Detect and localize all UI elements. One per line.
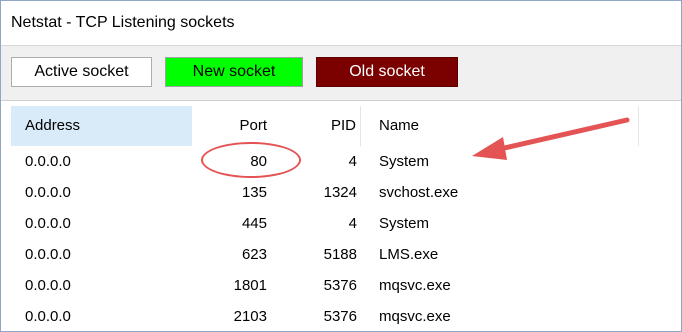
cell-pid: 4 xyxy=(348,215,357,232)
cell-name: System xyxy=(379,153,430,170)
cell-port: 135 xyxy=(241,184,267,201)
table-row[interactable]: 0.0.0.0 1801 5376 mqsvc.exe xyxy=(1,270,681,301)
cell-name: LMS.exe xyxy=(379,246,439,263)
list-header: Address Port PID Name xyxy=(1,106,641,146)
table-row[interactable]: 0.0.0.0 80 4 System xyxy=(1,146,681,177)
cell-port: 445 xyxy=(241,215,267,232)
cell-port: 2103 xyxy=(233,308,267,325)
table-row[interactable]: 0.0.0.0 623 5188 LMS.exe xyxy=(1,239,681,270)
cell-address: 0.0.0.0 xyxy=(25,153,71,170)
list-rows: 0.0.0.0 80 4 System 0.0.0.0 135 1324 svc… xyxy=(1,146,681,331)
window-title: Netstat - TCP Listening sockets xyxy=(11,14,235,31)
table-row[interactable]: 0.0.0.0 445 4 System xyxy=(1,208,681,239)
cell-address: 0.0.0.0 xyxy=(25,215,71,232)
legend-toolbar: Active socket New socket Old socket xyxy=(1,46,681,101)
cell-address: 0.0.0.0 xyxy=(25,184,71,201)
cell-port: 1801 xyxy=(233,277,267,294)
cell-pid: 1324 xyxy=(323,184,357,201)
cell-port: 80 xyxy=(250,153,267,170)
active-socket-button[interactable]: Active socket xyxy=(11,57,152,87)
cell-port: 623 xyxy=(241,246,267,263)
column-header-address[interactable]: Address xyxy=(11,106,192,146)
cell-name: mqsvc.exe xyxy=(379,277,451,294)
old-socket-button[interactable]: Old socket xyxy=(316,57,458,87)
column-header-name[interactable]: Name xyxy=(361,106,639,146)
cell-pid: 4 xyxy=(348,153,357,170)
cell-name: mqsvc.exe xyxy=(379,308,451,325)
cell-address: 0.0.0.0 xyxy=(25,246,71,263)
cell-name: System xyxy=(379,215,430,232)
column-header-pid[interactable]: PID xyxy=(271,106,361,146)
cell-address: 0.0.0.0 xyxy=(25,277,71,294)
cell-pid: 5376 xyxy=(323,308,357,325)
cell-pid: 5376 xyxy=(323,277,357,294)
cell-address: 0.0.0.0 xyxy=(25,308,71,325)
cell-name: svchost.exe xyxy=(379,184,459,201)
socket-list: Address Port PID Name 0.0.0.0 80 4 Syste… xyxy=(1,101,681,331)
new-socket-button[interactable]: New socket xyxy=(165,57,303,87)
title-bar: Netstat - TCP Listening sockets xyxy=(1,1,681,46)
table-row[interactable]: 0.0.0.0 135 1324 svchost.exe xyxy=(1,177,681,208)
cell-pid: 5188 xyxy=(323,246,357,263)
table-row[interactable]: 0.0.0.0 2103 5376 mqsvc.exe xyxy=(1,301,681,331)
column-header-port[interactable]: Port xyxy=(192,106,271,146)
netstat-window: Netstat - TCP Listening sockets Active s… xyxy=(0,0,682,332)
